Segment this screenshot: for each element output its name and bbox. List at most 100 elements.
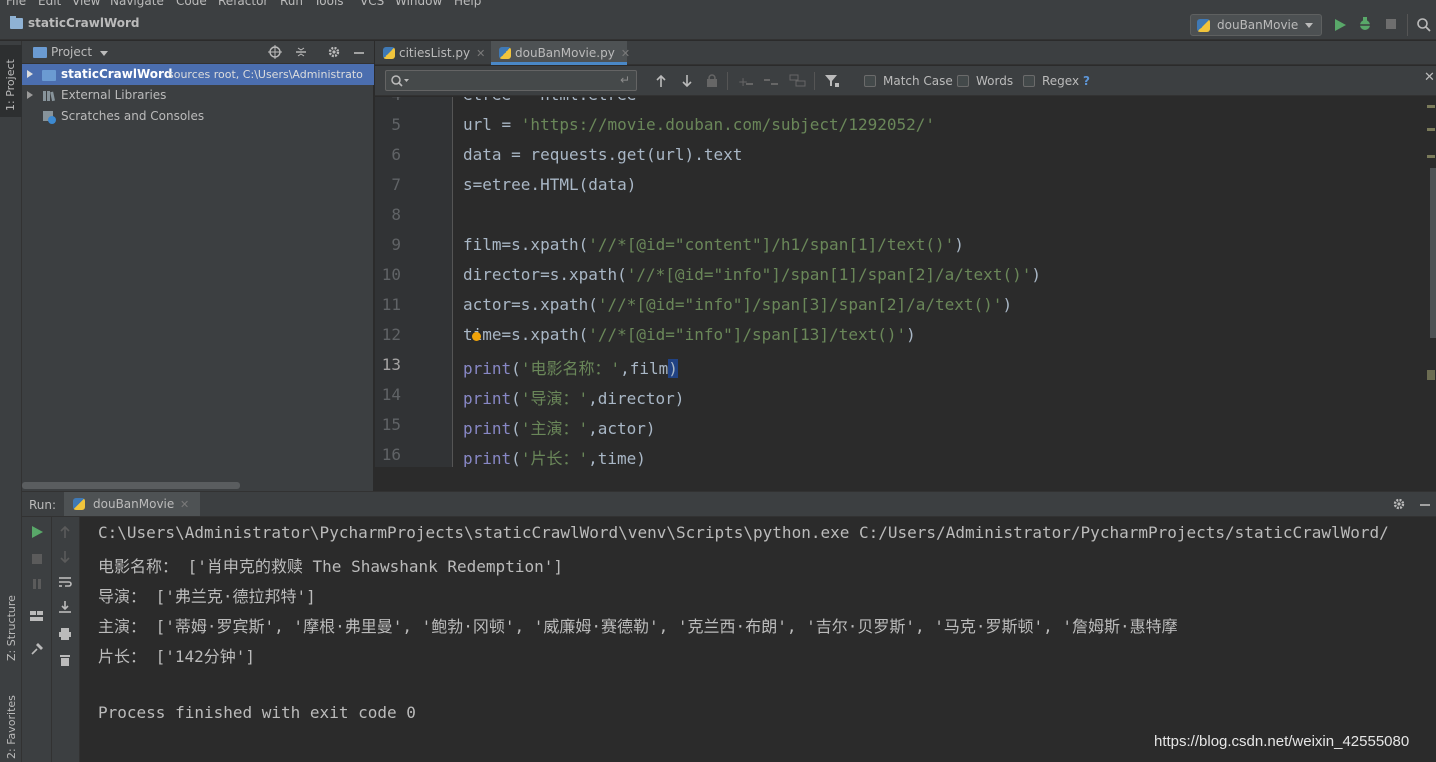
menu-file[interactable]: File — [6, 0, 26, 8]
run-configuration-select[interactable]: douBanMovie — [1190, 14, 1322, 36]
breadcrumb-project[interactable]: staticCrawlWord — [28, 16, 140, 30]
code-line[interactable]: print('主演：',actor) — [463, 415, 656, 439]
newline-icon[interactable]: ↵ — [620, 73, 630, 87]
run-toolbar-primary — [22, 517, 52, 762]
collapse-all-icon[interactable] — [294, 45, 308, 59]
arrow-up-icon[interactable] — [654, 74, 668, 88]
error-stripe-mark[interactable] — [1427, 128, 1435, 131]
search-history-icon[interactable] — [390, 74, 410, 88]
close-icon[interactable]: ✕ — [476, 47, 485, 60]
tab-doubanmovie[interactable]: douBanMovie.py ✕ — [491, 41, 630, 65]
arrow-down-icon[interactable] — [58, 550, 72, 564]
scroll-to-end-icon[interactable] — [58, 600, 72, 614]
project-horizontal-scrollbar[interactable] — [22, 482, 240, 489]
pin-icon[interactable] — [30, 642, 44, 656]
code-line[interactable]: data = requests.get(url).text — [463, 145, 742, 164]
favorites-tool-tab[interactable]: 2: Favorites — [5, 695, 18, 759]
arrow-down-icon[interactable] — [680, 74, 694, 88]
expand-arrow-icon[interactable] — [27, 70, 33, 78]
locate-icon[interactable] — [268, 45, 282, 59]
regex-label[interactable]: Regex — [1042, 74, 1079, 88]
menu-refactor[interactable]: Refactor — [218, 0, 268, 8]
regex-help-link[interactable]: ? — [1083, 74, 1090, 88]
close-icon[interactable]: ✕ — [180, 498, 189, 511]
tree-item-scratches[interactable]: Scratches and Consoles — [22, 106, 374, 127]
close-icon[interactable]: ✕ — [1424, 70, 1435, 85]
code-line[interactable]: s=etree.HTML(data) — [463, 175, 636, 194]
menu-vcs[interactable]: VCS — [360, 0, 384, 8]
trash-icon[interactable] — [58, 653, 72, 667]
run-icon[interactable] — [1333, 17, 1347, 33]
menu-code[interactable]: Code — [176, 0, 207, 8]
line-number: 10 — [381, 265, 401, 284]
scrollbar-thumb[interactable] — [1430, 168, 1436, 338]
select-all-occurrences-icon[interactable] — [789, 73, 807, 88]
layout-icon[interactable] — [29, 609, 45, 623]
menu-run[interactable]: Run — [280, 0, 303, 8]
code-line[interactable]: time=s.xpath('//*[@id="info"]/span[13]/t… — [463, 325, 916, 344]
match-case-label[interactable]: Match Case — [883, 74, 953, 88]
line-number: 16 — [381, 445, 401, 464]
run-tab-doubanmovie[interactable]: douBanMovie ✕ — [64, 492, 200, 516]
structure-tool-tab[interactable]: Z: Structure — [5, 595, 18, 661]
project-panel-header: Project — [22, 41, 374, 64]
gear-icon[interactable] — [1392, 497, 1406, 511]
code-line[interactable]: url = 'https://movie.douban.com/subject/… — [463, 115, 935, 134]
code-line[interactable]: print('导演：',director) — [463, 385, 684, 409]
code-line-current[interactable]: print('电影名称：',film) — [463, 355, 678, 379]
expand-arrow-icon[interactable] — [27, 91, 33, 99]
regex-checkbox[interactable] — [1023, 75, 1035, 87]
filter-icon[interactable] — [824, 73, 840, 89]
print-icon[interactable] — [58, 627, 72, 641]
hide-panel-icon[interactable] — [1418, 497, 1432, 511]
rerun-icon[interactable] — [30, 525, 44, 539]
line-number: 9 — [391, 235, 401, 254]
error-stripe-mark[interactable] — [1427, 155, 1435, 158]
find-input[interactable]: ↵ — [385, 70, 637, 91]
remove-occurrence-icon[interactable] — [763, 74, 779, 88]
menu-tools[interactable]: Tools — [314, 0, 344, 8]
match-case-checkbox[interactable] — [864, 75, 876, 87]
menu-navigate[interactable]: Navigate — [110, 0, 164, 8]
error-stripe-mark[interactable] — [1427, 105, 1435, 108]
run-console[interactable]: C:\Users\Administrator\PycharmProjects\s… — [80, 517, 1436, 762]
menu-view[interactable]: View — [72, 0, 100, 8]
gear-icon[interactable] — [327, 45, 341, 59]
code-line[interactable]: print('片长：',time) — [463, 445, 646, 467]
search-icon[interactable] — [1416, 17, 1432, 33]
stop-icon[interactable] — [1385, 18, 1397, 30]
menu-edit[interactable]: Edit — [38, 0, 61, 8]
line-number: 7 — [391, 175, 401, 194]
editor-bottom-area — [375, 467, 1436, 491]
menu-help[interactable]: Help — [454, 0, 481, 8]
python-file-icon — [383, 47, 395, 59]
code-line[interactable]: actor=s.xpath('//*[@id="info"]/span[3]/s… — [463, 295, 1012, 314]
add-occurrence-icon[interactable]: + — [738, 74, 754, 88]
project-tool-tab[interactable]: 1: Project — [0, 45, 22, 117]
code-editor[interactable]: etree = html.etree url = 'https://movie.… — [454, 97, 1436, 467]
stop-icon[interactable] — [30, 552, 44, 566]
code-line[interactable]: director=s.xpath('//*[@id="info"]/span[1… — [463, 265, 1041, 284]
hide-panel-icon[interactable] — [352, 45, 366, 59]
close-icon[interactable]: ✕ — [621, 47, 630, 60]
tree-item-project-root[interactable]: staticCrawlWord sources root, C:\Users\A… — [22, 64, 374, 85]
arrow-up-icon[interactable] — [58, 525, 72, 539]
find-all-icon[interactable] — [705, 74, 719, 88]
project-view-title[interactable]: Project — [51, 45, 92, 59]
pause-icon[interactable] — [30, 577, 44, 591]
words-label[interactable]: Words — [976, 74, 1013, 88]
code-line[interactable]: film=s.xpath('//*[@id="content"]/h1/span… — [463, 235, 964, 254]
error-stripe-mark[interactable] — [1427, 370, 1435, 380]
menu-window[interactable]: Window — [395, 0, 442, 8]
tree-item-external-libraries[interactable]: External Libraries — [22, 85, 374, 106]
code-line[interactable]: etree = html.etree — [463, 97, 636, 104]
intention-bulb-icon[interactable] — [472, 332, 481, 341]
chevron-down-icon[interactable] — [100, 51, 108, 56]
words-checkbox[interactable] — [957, 75, 969, 87]
left-tool-strip: 1: Project Z: Structure 2: Favorites — [0, 41, 22, 762]
debug-icon[interactable] — [1357, 16, 1373, 32]
tab-citieslist[interactable]: citiesList.py ✕ — [375, 41, 489, 65]
line-number: 5 — [391, 115, 401, 134]
soft-wrap-icon[interactable] — [58, 575, 72, 589]
run-toolbar-secondary — [52, 517, 80, 762]
